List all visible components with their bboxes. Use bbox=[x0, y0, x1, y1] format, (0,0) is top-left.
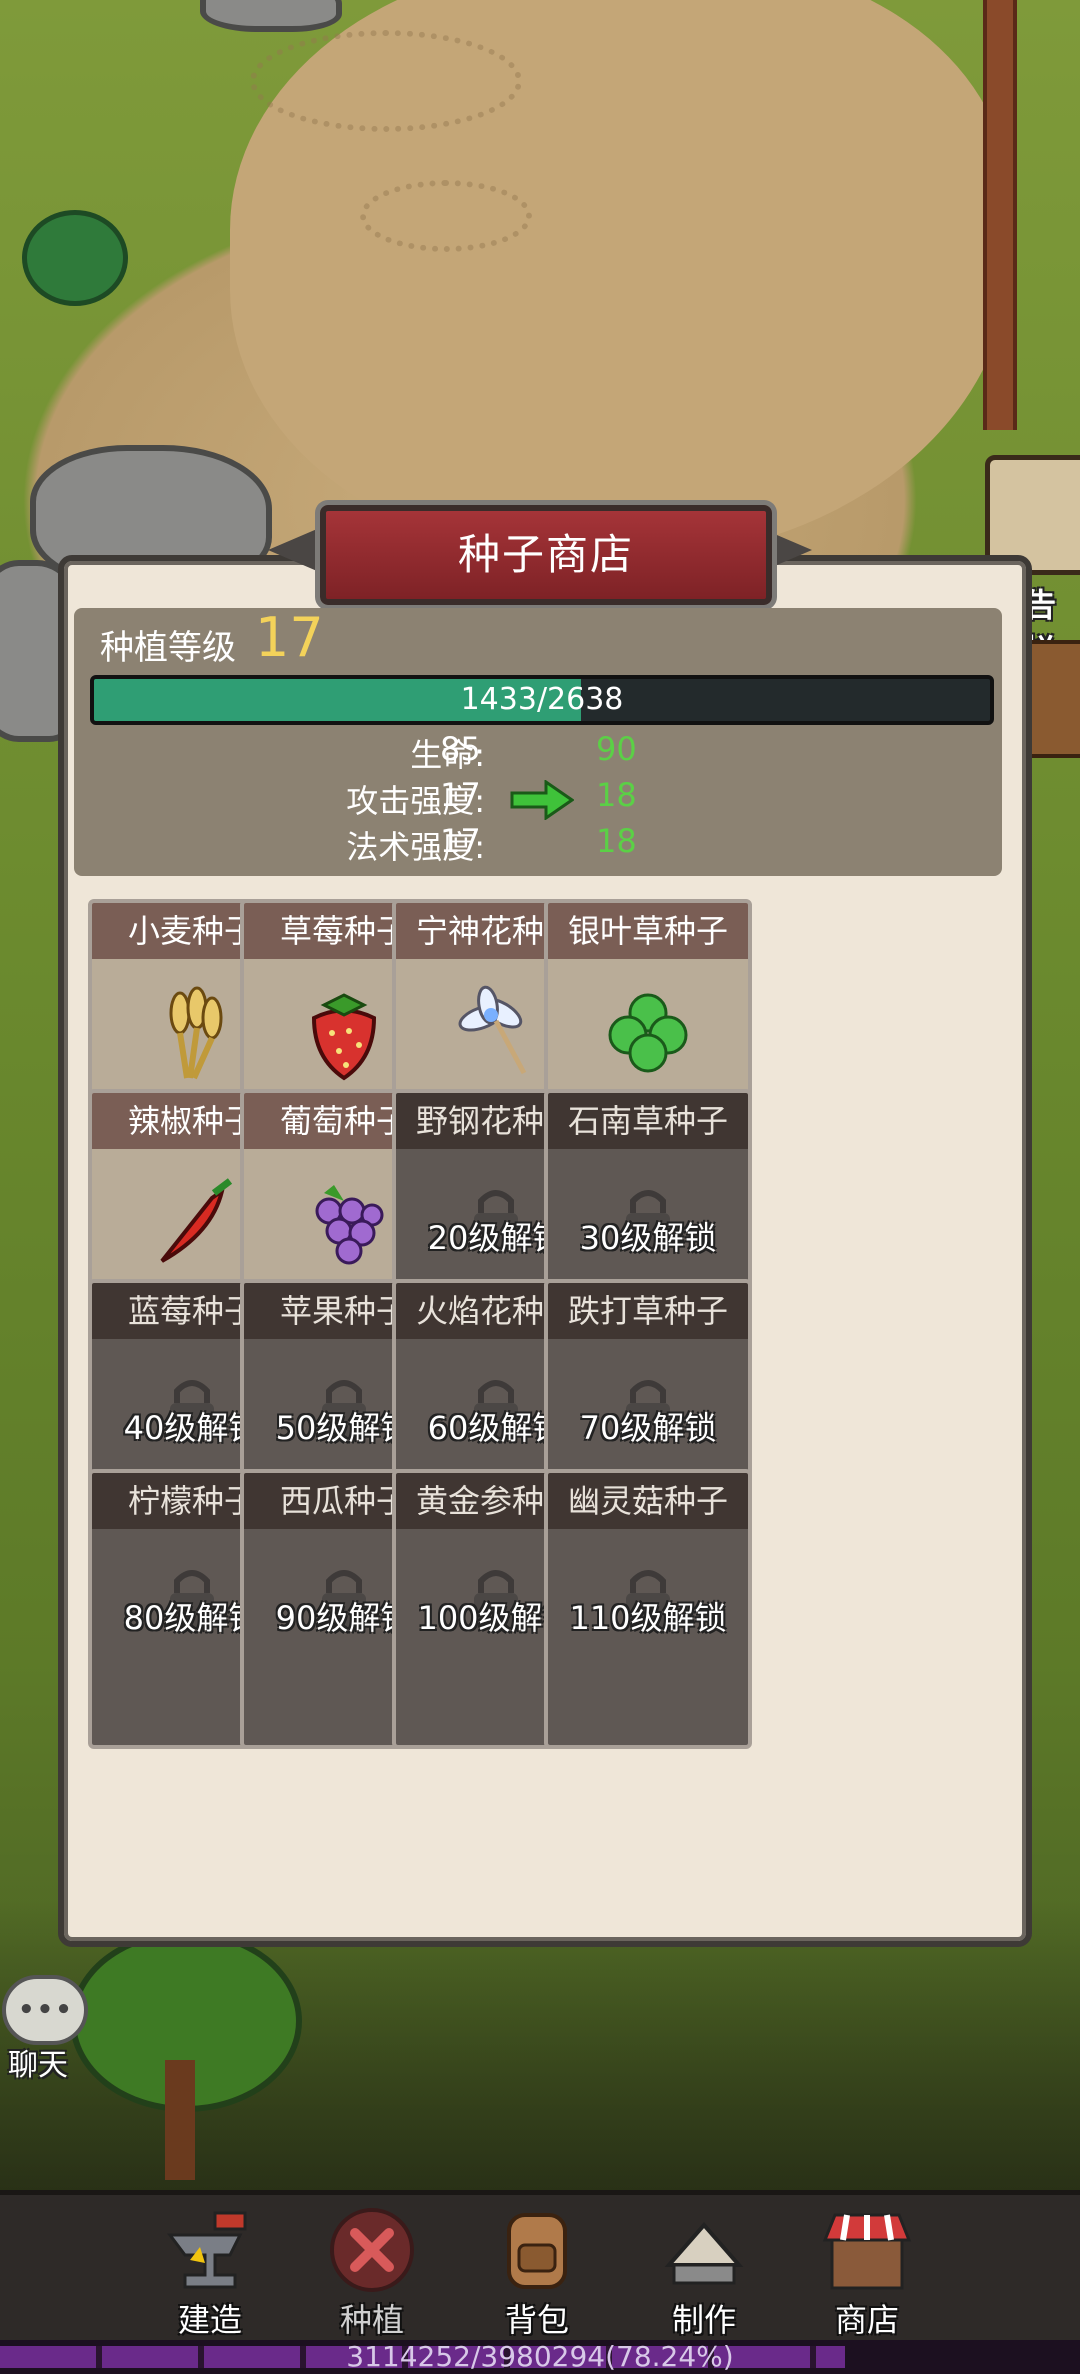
nav-build-label: 建造 bbox=[177, 2301, 242, 2339]
unlock-requirement: 70级解锁 bbox=[579, 1409, 717, 1447]
plant-icon bbox=[330, 2208, 414, 2292]
wooden-pole bbox=[983, 0, 1017, 430]
seed-grid[interactable]: 小麦种子20草莓种子40宁神花种子60银叶草种子100辣椒种子140葡萄种子20… bbox=[74, 885, 1002, 1915]
planting-level-label: 种植等级 bbox=[100, 628, 236, 668]
xp-progress-text: 1433/2638 bbox=[460, 682, 624, 717]
seed-name: 跌打草种子 bbox=[548, 1283, 748, 1339]
seed-name: 银叶草种子 bbox=[548, 903, 748, 959]
wheat-icon bbox=[142, 983, 242, 1083]
nav-backpack-label: 背包 bbox=[504, 2301, 569, 2339]
bottom-nav: 建造 种植 背包 制作 商店 bbox=[0, 2190, 1080, 2345]
herb-icon bbox=[598, 983, 698, 1083]
nav-plant[interactable]: 种植 bbox=[297, 2195, 447, 2345]
stat-current: 17 bbox=[440, 822, 481, 860]
stat-row-health: 生命: 85 90 bbox=[0, 730, 1080, 776]
experience-bar: 3114252/3980294(78.24%) bbox=[0, 2340, 1080, 2374]
nav-plant-label: 种植 bbox=[339, 2301, 404, 2339]
chat-icon: ••• bbox=[18, 1995, 74, 2025]
dirt-texture bbox=[360, 180, 532, 252]
flower-icon bbox=[446, 983, 546, 1083]
unlock-requirement: 110级解锁 bbox=[569, 1599, 727, 1637]
bush bbox=[22, 210, 128, 306]
strawberry-icon bbox=[294, 983, 394, 1083]
experience-bar-text: 3114252/3980294(78.24%) bbox=[346, 2340, 734, 2373]
dirt-texture bbox=[250, 30, 522, 132]
anvil-icon bbox=[167, 2211, 247, 2289]
stat-next: 18 bbox=[596, 822, 637, 860]
shop-icon bbox=[822, 2213, 912, 2290]
grape-icon bbox=[294, 1173, 394, 1273]
stat-current: 17 bbox=[440, 776, 481, 814]
nav-build[interactable]: 建造 bbox=[135, 2195, 285, 2345]
planting-level-value: 17 bbox=[255, 606, 324, 669]
chili-icon bbox=[142, 1173, 242, 1273]
xp-progress-bar: 1433/2638 bbox=[90, 675, 994, 725]
seed-name: 幽灵菇种子 bbox=[548, 1473, 748, 1529]
stat-next: 90 bbox=[596, 730, 637, 768]
stat-current: 85 bbox=[440, 730, 481, 768]
nav-shop[interactable]: 商店 bbox=[792, 2195, 942, 2345]
stat-next: 18 bbox=[596, 776, 637, 814]
nav-craft[interactable]: 制作 bbox=[629, 2195, 779, 2345]
shop-title: 种子商店 bbox=[457, 530, 634, 579]
seed-name: 石南草种子 bbox=[548, 1093, 748, 1149]
tree-trunk bbox=[165, 2060, 195, 2180]
crafting-icon bbox=[664, 2221, 744, 2285]
seed-card[interactable]: 幽灵菇种子 110级解锁 bbox=[544, 1469, 752, 1749]
stat-row-spell: 法术强度: 17 18 bbox=[0, 822, 1080, 868]
arrow-right-icon bbox=[510, 780, 574, 820]
nav-craft-label: 制作 bbox=[671, 2301, 736, 2339]
backpack-icon bbox=[507, 2213, 567, 2289]
rock bbox=[200, 0, 342, 32]
nav-shop-label: 商店 bbox=[834, 2301, 899, 2339]
unlock-requirement: 30级解锁 bbox=[579, 1219, 717, 1257]
nav-backpack[interactable]: 背包 bbox=[462, 2195, 612, 2345]
chat-label: 聊天 bbox=[8, 2048, 68, 2083]
